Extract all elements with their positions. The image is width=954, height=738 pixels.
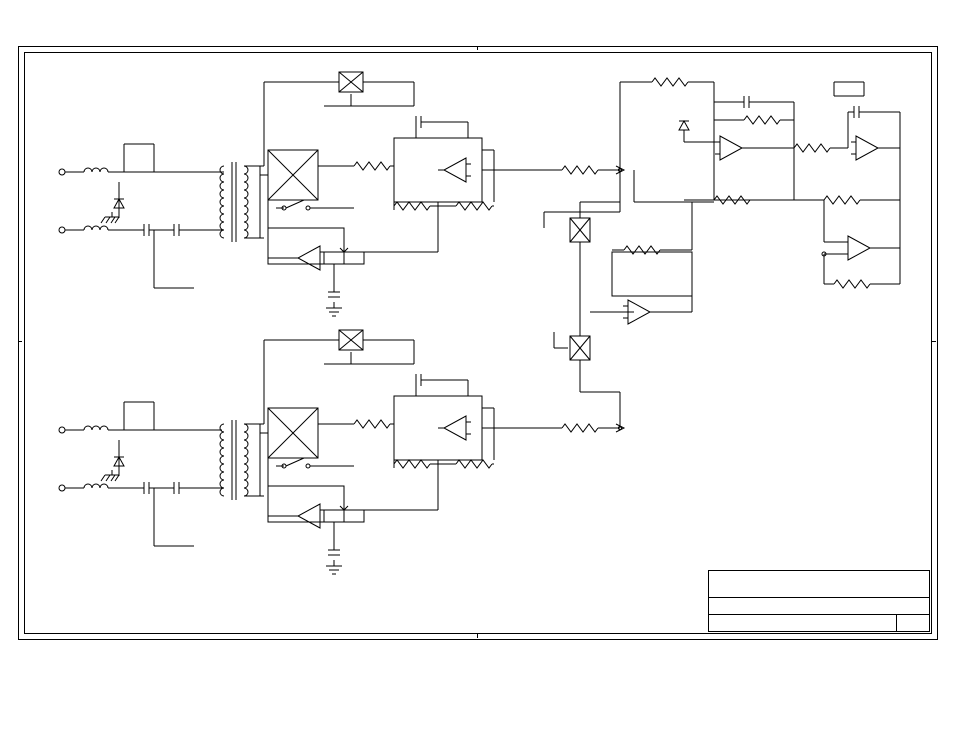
- right-network: [679, 82, 900, 288]
- title-line-3a: [709, 615, 897, 631]
- channel-a: [59, 72, 714, 316]
- frame-tick: [932, 341, 936, 342]
- frame-tick: [477, 634, 478, 638]
- frame-tick: [18, 341, 22, 342]
- title-line-1: [709, 571, 929, 597]
- frame-tick: [477, 46, 478, 50]
- center-mixers: [544, 170, 692, 428]
- schematic-svg: [24, 52, 930, 632]
- title-line-2: [709, 598, 929, 614]
- title-line-3b: [897, 615, 929, 631]
- schematic-sheet: [0, 0, 954, 738]
- channel-b: [59, 330, 624, 574]
- title-block: [708, 570, 930, 632]
